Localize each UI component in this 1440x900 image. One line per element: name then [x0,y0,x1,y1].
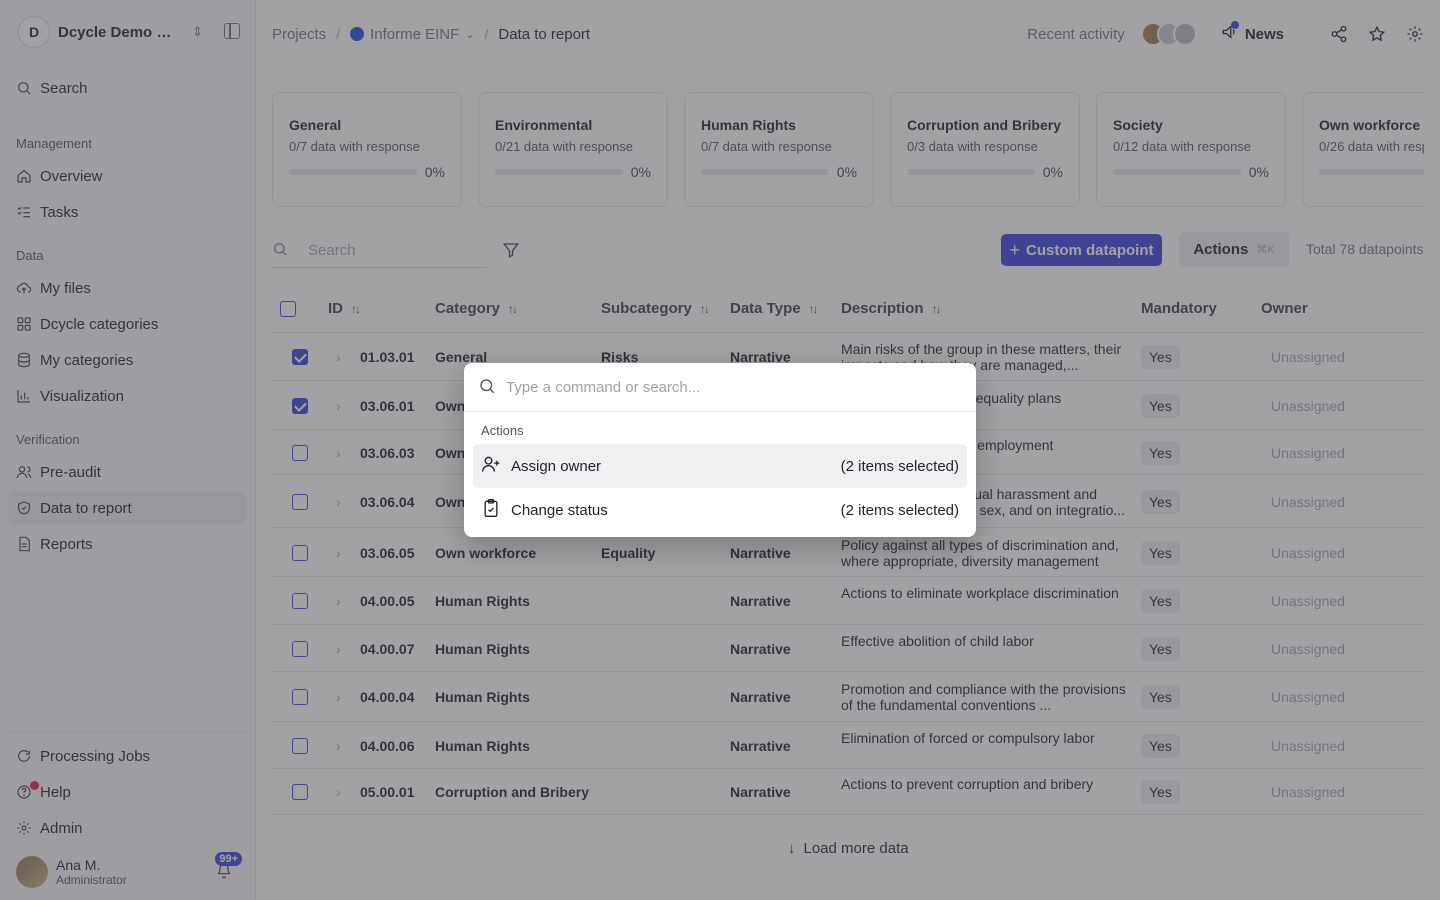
command-label: Change status [511,501,608,519]
user-plus-icon [481,454,511,478]
search-icon [478,377,496,398]
command-search-bar [464,363,976,412]
command-assign-owner[interactable]: Assign owner (2 items selected) [473,444,967,488]
command-palette: Actions Assign owner (2 items selected) … [464,363,976,537]
command-selection-count: (2 items selected) [840,501,959,519]
command-selection-count: (2 items selected) [840,457,959,475]
command-change-status[interactable]: Change status (2 items selected) [473,488,967,532]
command-search-input[interactable] [506,378,946,396]
command-label: Assign owner [511,457,602,475]
command-group-label: Actions [481,423,524,438]
clipboard-check-icon [481,498,511,522]
